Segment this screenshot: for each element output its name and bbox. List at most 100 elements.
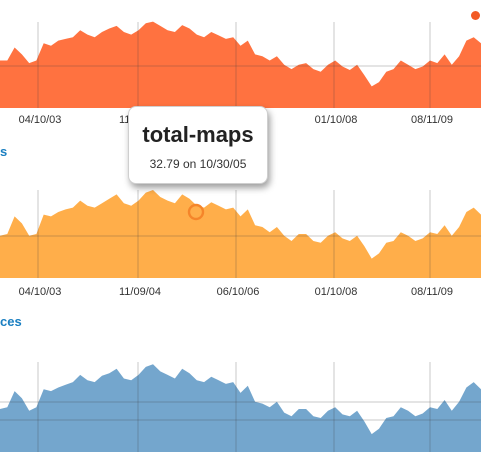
data-point <box>210 201 213 204</box>
data-point <box>152 189 155 192</box>
data-point <box>297 408 300 411</box>
data-point <box>414 240 417 243</box>
x-tick-label: 08/11/09 <box>411 114 453 126</box>
data-point <box>115 24 118 27</box>
data-point <box>64 208 67 211</box>
data-point <box>35 233 38 236</box>
data-point <box>93 36 96 39</box>
data-point <box>195 379 198 382</box>
data-point <box>268 59 271 62</box>
data-point <box>421 412 424 415</box>
data-point <box>35 406 38 409</box>
data-point <box>159 24 162 27</box>
data-point <box>312 240 315 243</box>
data-point <box>385 70 388 73</box>
data-point <box>166 29 169 32</box>
data-point <box>327 409 330 412</box>
data-point <box>64 37 67 40</box>
data-point <box>319 417 322 420</box>
data-point <box>312 415 315 418</box>
data-point <box>144 365 147 368</box>
data-point <box>101 31 104 34</box>
data-point <box>115 193 118 196</box>
data-point <box>93 206 96 209</box>
data-point <box>217 379 220 382</box>
data-point <box>79 199 82 202</box>
data-point <box>28 409 31 412</box>
data-point <box>93 381 96 384</box>
tooltip-value: 32.79 on 10/30/05 <box>149 157 247 171</box>
data-point <box>108 372 111 375</box>
data-point <box>6 59 9 62</box>
data-point <box>458 226 461 229</box>
data-point <box>283 411 286 414</box>
data-point <box>159 196 162 199</box>
data-point <box>159 370 162 373</box>
data-point <box>28 62 31 65</box>
data-point <box>210 375 213 378</box>
data-point <box>458 55 461 58</box>
data-point <box>108 27 111 30</box>
data-point <box>86 379 89 382</box>
data-point <box>246 208 249 211</box>
data-point <box>268 231 271 234</box>
data-point <box>319 70 322 73</box>
data-point <box>181 367 184 370</box>
data-point <box>20 397 23 400</box>
legend-dot[interactable] <box>471 11 480 20</box>
data-point <box>217 204 220 207</box>
data-point <box>465 386 468 389</box>
data-point <box>399 231 402 234</box>
series-area-2 <box>0 364 481 452</box>
x-tick-label: 08/11/09 <box>411 286 453 298</box>
data-point <box>246 39 249 42</box>
data-point <box>290 415 293 418</box>
data-point <box>50 215 53 218</box>
data-point <box>144 22 147 25</box>
data-point <box>414 68 417 71</box>
data-point <box>20 53 23 56</box>
data-point <box>71 36 74 39</box>
data-point <box>254 224 257 227</box>
data-point <box>57 211 60 214</box>
data-point <box>305 408 308 411</box>
data-point <box>348 240 351 243</box>
data-point <box>42 42 45 45</box>
series-title-1[interactable]: s <box>0 144 7 159</box>
series-area-1 <box>0 190 481 278</box>
data-point <box>86 33 89 36</box>
tooltip: total-maps 32.79 on 10/30/05 <box>128 106 268 184</box>
data-point <box>152 363 155 366</box>
data-point <box>399 406 402 409</box>
data-point <box>13 46 16 49</box>
data-point <box>443 224 446 227</box>
data-point <box>188 27 191 30</box>
data-point <box>472 36 475 39</box>
data-point <box>370 433 373 436</box>
data-point <box>348 415 351 418</box>
data-point <box>407 409 410 412</box>
data-point <box>363 74 366 77</box>
data-point <box>224 37 227 40</box>
data-point <box>239 391 242 394</box>
data-point <box>385 241 388 244</box>
x-tick-label: 04/10/03 <box>19 114 62 126</box>
data-point <box>290 68 293 71</box>
series-title-2[interactable]: ces <box>0 314 22 329</box>
data-point <box>443 53 446 56</box>
data-point <box>144 191 147 194</box>
data-point <box>6 406 9 409</box>
data-point <box>122 31 125 34</box>
data-point <box>421 237 424 240</box>
data-point <box>392 415 395 418</box>
data-point <box>385 417 388 420</box>
data-point <box>341 413 344 416</box>
data-point <box>319 241 322 244</box>
data-point <box>275 55 278 58</box>
data-point <box>436 408 439 411</box>
data-point <box>348 69 351 72</box>
data-point <box>414 415 417 418</box>
data-point <box>181 193 184 196</box>
data-point <box>275 226 278 229</box>
data-point <box>188 372 191 375</box>
